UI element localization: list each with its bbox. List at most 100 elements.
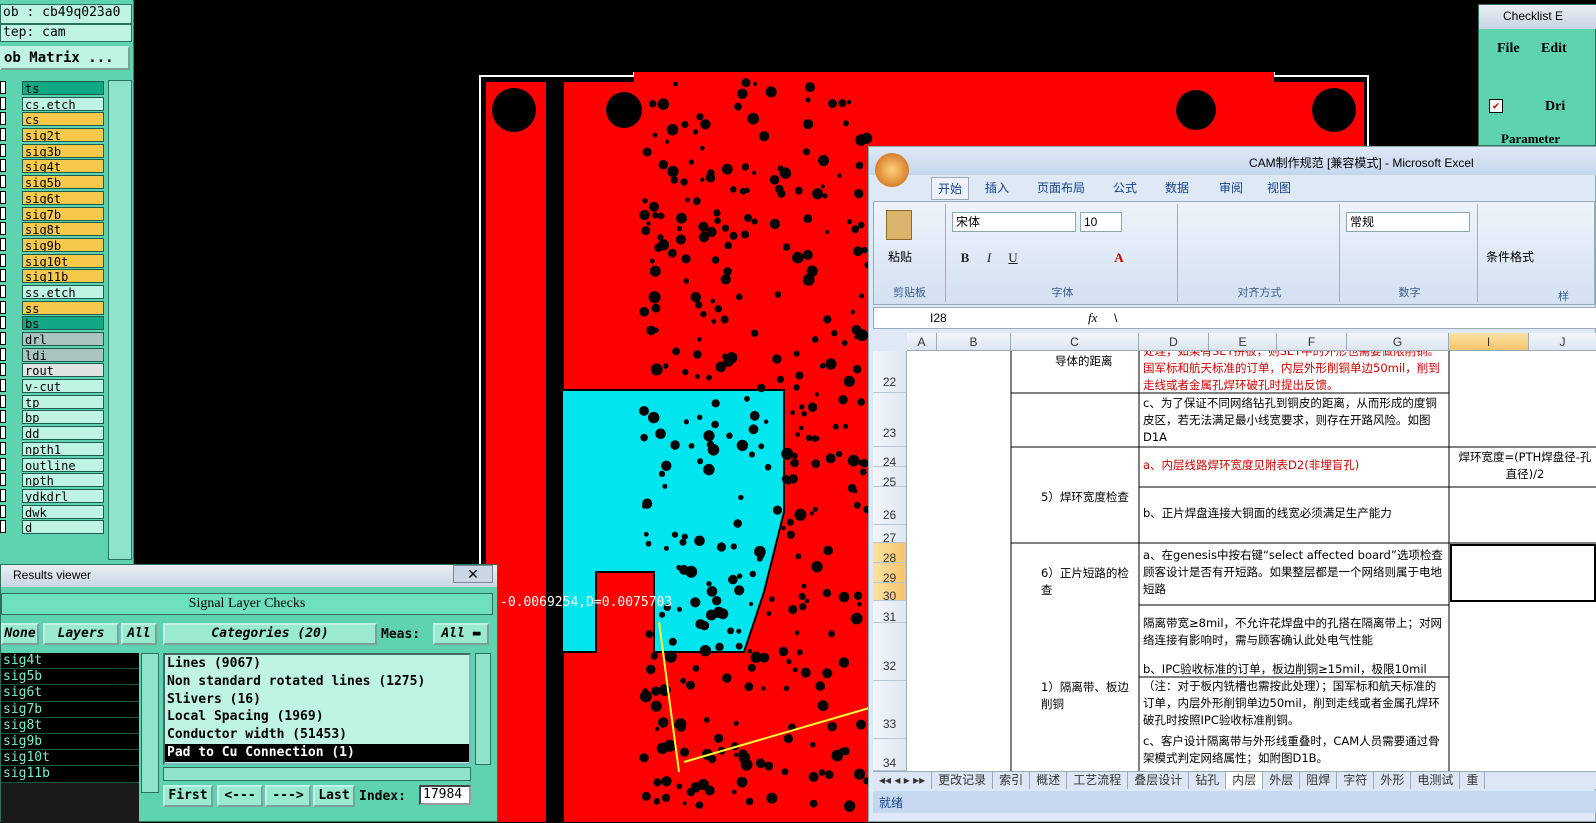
layer-checkbox[interactable] xyxy=(0,426,6,440)
cell-d28[interactable]: a、在genesis中按右键“select affected board”选项检… xyxy=(1143,547,1445,601)
categories-hscrollbar[interactable] xyxy=(163,767,471,781)
column-header[interactable]: F xyxy=(1277,333,1347,351)
sheet-tab[interactable]: 概述 xyxy=(1030,772,1068,789)
layer-name[interactable]: dwk xyxy=(22,504,104,519)
first-button[interactable]: First xyxy=(163,785,213,807)
layer-name[interactable]: npth1 xyxy=(22,441,104,456)
row-header[interactable]: 27 xyxy=(873,525,907,545)
signal-layer-item[interactable]: sig7b xyxy=(1,701,139,718)
row-header[interactable]: 34 xyxy=(873,739,907,771)
sheet-tab[interactable]: 电测试 xyxy=(1411,772,1461,789)
layer-checkbox[interactable] xyxy=(0,520,6,534)
sheet-tab[interactable]: 阻焊 xyxy=(1300,772,1338,789)
none-button[interactable]: None xyxy=(1,623,39,645)
signal-layer-item[interactable]: sig4t xyxy=(1,653,139,670)
layer-row[interactable]: npth1 xyxy=(0,441,106,457)
sheet-tab[interactable]: 外形 xyxy=(1374,772,1412,789)
column-header[interactable]: C xyxy=(1011,333,1139,351)
category-item[interactable]: Conductor width (51453) xyxy=(165,726,469,744)
cell-c-short[interactable]: 6）正片短路的检查 xyxy=(1041,565,1137,599)
cell-d33[interactable]: b、IPC验收标准的订单，板边削铜≥15mil，极限10mil（注：对于板内铣槽… xyxy=(1143,661,1445,731)
layer-row[interactable]: rout xyxy=(0,362,106,378)
column-header[interactable]: A xyxy=(907,333,937,351)
row-header[interactable]: 30 xyxy=(873,583,907,603)
layer-row[interactable]: ss xyxy=(0,300,106,316)
row-header[interactable]: 24 xyxy=(873,447,907,469)
layer-checkbox[interactable] xyxy=(0,143,6,157)
category-item[interactable]: Local Spacing (1969) xyxy=(165,708,469,726)
cell-d34[interactable]: c、客户设计隔离带与外形线重叠时，CAM人员需要通过骨架模式判定网络属性；如附图… xyxy=(1143,733,1445,771)
categories-scrollbar[interactable] xyxy=(475,653,491,765)
sheet-tab[interactable]: 内层 xyxy=(1226,772,1264,789)
layer-row[interactable]: bp xyxy=(0,409,106,425)
layer-row[interactable]: dd xyxy=(0,425,106,441)
layer-name[interactable]: d xyxy=(22,520,104,535)
ribbon-tab[interactable]: 开始 xyxy=(931,177,970,200)
row-header[interactable]: 29 xyxy=(873,563,907,585)
sheet-tab[interactable]: 工艺流程 xyxy=(1067,772,1129,789)
layer-checkbox[interactable] xyxy=(0,457,6,471)
layer-row[interactable]: sig11b xyxy=(0,268,106,284)
layer-name[interactable]: rout xyxy=(22,363,104,378)
layer-name[interactable]: sig8t xyxy=(22,222,104,237)
layer-name[interactable]: tp xyxy=(22,394,104,409)
layer-name[interactable]: drl xyxy=(22,332,104,346)
sheet-tab[interactable]: 外层 xyxy=(1263,772,1301,789)
layer-name[interactable]: sig10t xyxy=(22,253,104,268)
column-header[interactable]: D xyxy=(1139,333,1209,351)
layer-name[interactable]: sig6t xyxy=(22,190,104,205)
prev-button[interactable]: <--- xyxy=(217,785,263,807)
category-item[interactable]: Non standard rotated lines (1275) xyxy=(165,673,469,691)
number-format-select[interactable]: 常规 xyxy=(1346,212,1470,232)
column-header[interactable]: G xyxy=(1347,333,1449,351)
layer-name[interactable]: dd xyxy=(22,426,104,441)
layer-checkbox[interactable] xyxy=(0,269,6,283)
meas-select[interactable]: All ▬ xyxy=(433,623,489,645)
cell-d24[interactable]: a、内层线路焊环宽度见附表D2(非埋盲孔) xyxy=(1143,457,1445,474)
all-button[interactable]: All xyxy=(121,623,157,645)
signal-layer-item[interactable]: sig8t xyxy=(1,717,139,734)
layer-row[interactable]: ldi xyxy=(0,347,106,363)
row-header[interactable]: 32 xyxy=(873,623,907,681)
ribbon-tab[interactable]: 页面布局 xyxy=(1037,179,1085,196)
next-button[interactable]: ---> xyxy=(265,785,311,807)
layer-checkbox[interactable] xyxy=(0,473,6,487)
sheet-tab[interactable]: 重 xyxy=(1460,772,1486,789)
layer-name[interactable]: bs xyxy=(22,316,104,331)
row-header[interactable]: 26 xyxy=(873,487,907,525)
signal-layer-list[interactable]: sig4t sig5b sig6t sig7b sig8t sig9b sig10t sig1… xyxy=(1,653,139,823)
layer-checkbox[interactable] xyxy=(0,96,6,110)
signal-layer-item[interactable]: sig9b xyxy=(1,733,139,751)
layer-checkbox[interactable] xyxy=(0,300,6,314)
cell-d31[interactable]: 隔离带宽≥8mil，不允许花焊盘中的孔搭在隔离带上；对网络连接有影响时，需与顾客… xyxy=(1143,615,1445,653)
job-matrix-button[interactable]: ob Matrix ... xyxy=(0,46,130,70)
layer-checkbox[interactable] xyxy=(0,284,6,298)
layer-row[interactable]: tp xyxy=(0,394,106,410)
layer-name[interactable]: cs.etch xyxy=(22,96,104,111)
layer-name[interactable]: v-cut xyxy=(22,379,104,394)
layer-checkbox[interactable] xyxy=(0,332,6,345)
bold-button[interactable]: B xyxy=(954,248,976,268)
underline-button[interactable]: U xyxy=(1002,248,1024,268)
column-header[interactable]: J xyxy=(1529,333,1596,351)
font-size-select[interactable]: 10 xyxy=(1080,212,1122,232)
layer-checkbox[interactable] xyxy=(0,237,6,251)
categories-list[interactable]: Lines (9067) Non standard rotated lines (… xyxy=(163,653,471,765)
conditional-format-button[interactable]: 条件格式 xyxy=(1486,248,1534,265)
drill-item[interactable]: Dri xyxy=(1545,99,1565,115)
layer-name[interactable]: sig11b xyxy=(22,269,104,284)
layer-name[interactable]: cs xyxy=(22,112,104,127)
parameters-tab[interactable]: Parameter xyxy=(1501,131,1560,147)
last-button[interactable]: Last xyxy=(313,785,355,807)
layer-checkbox[interactable] xyxy=(0,504,6,518)
sheet-tab[interactable]: 字符 xyxy=(1337,772,1375,789)
layer-checkbox[interactable] xyxy=(0,222,6,236)
layer-row[interactable]: sig5b xyxy=(0,174,106,190)
layer-checkbox[interactable] xyxy=(0,316,6,330)
categories-button[interactable]: Categories (20) xyxy=(163,623,377,645)
sheet-tab[interactable]: 索引 xyxy=(993,772,1031,789)
cell-d26[interactable]: b、正片焊盘连接大铜面的线宽必须满足生产能力 xyxy=(1143,505,1445,522)
office-button[interactable] xyxy=(875,153,909,187)
layer-row[interactable]: sig10t xyxy=(0,253,106,269)
category-item[interactable]: Slivers (16) xyxy=(165,691,469,709)
